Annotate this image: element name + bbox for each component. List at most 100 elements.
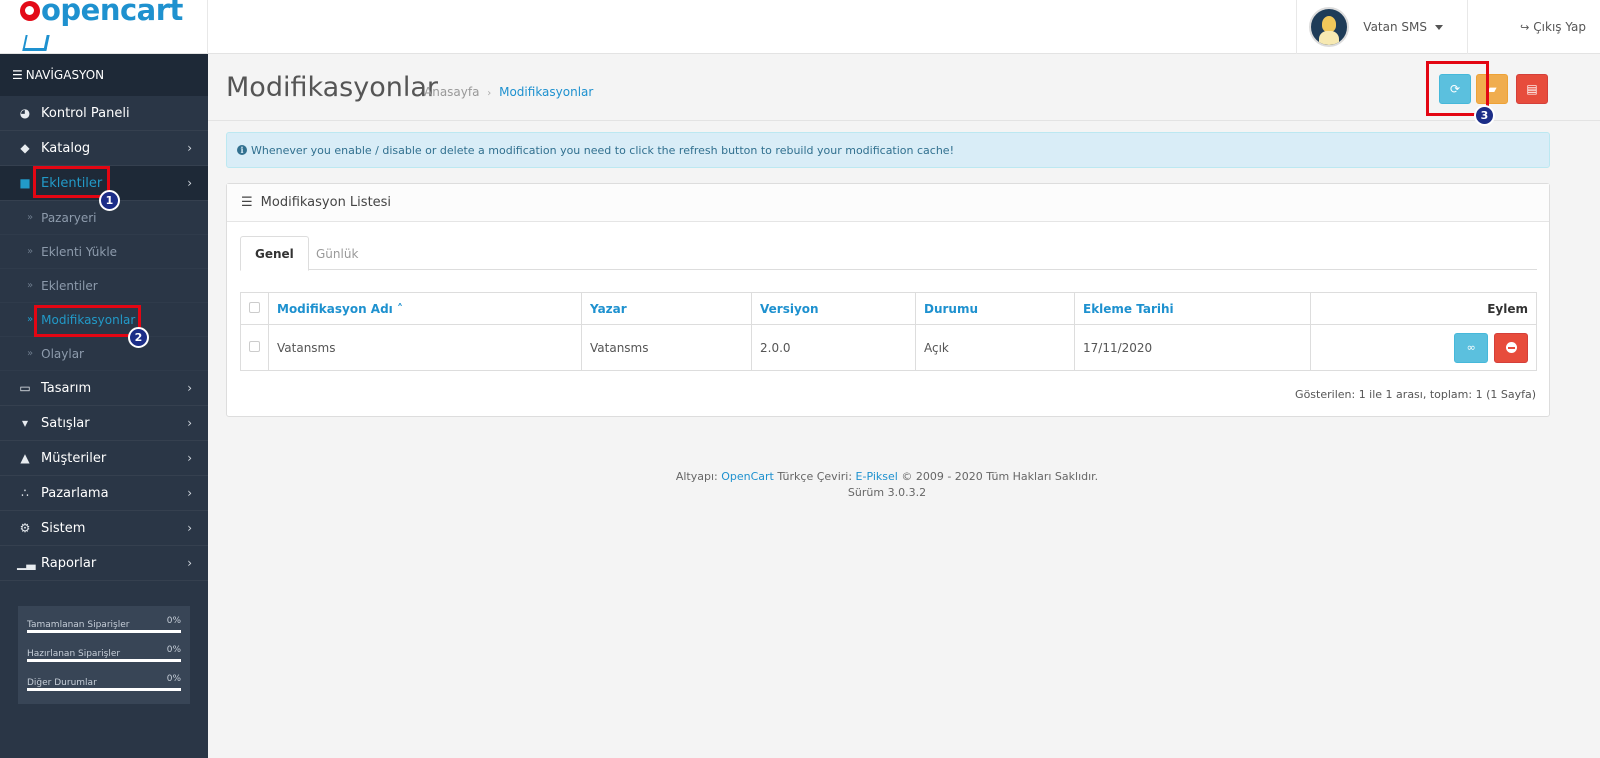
logo[interactable]: opencart <box>0 0 208 54</box>
cell-status: Açık <box>915 324 1075 371</box>
share-icon: ∴ <box>21 486 29 500</box>
user-name: Vatan SMS <box>1363 20 1427 34</box>
footer-prefix: Altyapı: <box>675 470 718 483</box>
sidebar-item-design[interactable]: ▭ Tasarım › <box>0 371 208 406</box>
info-alert: i Whenever you enable / disable or delet… <box>226 132 1550 168</box>
sidebar-item-label: Satışlar <box>41 415 90 431</box>
sidebar-subitem-label: Pazaryeri <box>41 210 97 225</box>
sidebar-item-label: Pazarlama <box>41 485 109 501</box>
select-all-checkbox[interactable] <box>249 301 260 313</box>
progress-percent: 0% <box>166 616 181 626</box>
cell-author: Vatansms <box>581 324 752 371</box>
chevron-right-icon: › <box>187 141 192 155</box>
sidebar-item-customers[interactable]: ▲ Müşteriler › <box>0 441 208 476</box>
sidebar-item-label: Katalog <box>41 140 91 156</box>
disable-button[interactable] <box>1494 332 1528 363</box>
minus-circle-icon <box>1505 342 1517 353</box>
tags-icon: ◆ <box>20 141 30 155</box>
progress-bar <box>27 630 181 633</box>
footer-epiksel-link[interactable]: E-Piksel <box>856 470 898 483</box>
double-chevron-icon: » <box>27 348 34 359</box>
panel-title: Modifikasyon Listesi <box>260 195 392 210</box>
logo-cart-icon <box>22 35 50 51</box>
modification-table: Modifikasyon Adı ˄ Yazar Versiyon Durumu… <box>240 292 1537 371</box>
logo-flag-icon <box>20 1 40 21</box>
progress-row: Hazırlanan Siparişler 0% <box>27 645 181 674</box>
column-header-version[interactable]: Versiyon <box>751 292 916 325</box>
chevron-right-icon: › <box>187 451 192 465</box>
breadcrumb-current[interactable]: Modifikasyonlar <box>499 85 593 99</box>
footer-version: Sürüm 3.0.3.2 <box>847 486 927 499</box>
sidebar-item-marketing[interactable]: ∴ Pazarlama › <box>0 476 208 511</box>
chevron-right-icon: › <box>187 176 192 190</box>
sidebar-item-system[interactable]: ⚙ Sistem › <box>0 511 208 546</box>
user-icon: ▲ <box>20 451 30 465</box>
table-header-row: Modifikasyon Adı ˄ Yazar Versiyon Durumu… <box>240 292 1537 325</box>
logo-label: opencart <box>41 0 183 27</box>
user-menu[interactable]: Vatan SMS <box>1296 0 1468 54</box>
sidebar-subitem-events[interactable]: » Olaylar <box>0 337 208 371</box>
breadcrumb-home[interactable]: Anasayfa <box>424 85 479 99</box>
sidebar-item-catalog[interactable]: ◆ Katalog › <box>0 131 208 166</box>
avatar <box>1309 7 1350 47</box>
sidebar-subitem-label: Eklentiler <box>41 278 98 293</box>
breadcrumb: Anasayfa › Modifikasyonlar <box>424 85 593 99</box>
sidebar-item-reports[interactable]: ▁▃ Raporlar › <box>0 546 208 581</box>
column-header-action: Eylem <box>1310 292 1537 325</box>
sidebar-subitem-installer[interactable]: » Eklenti Yükle <box>0 235 208 269</box>
sidebar-subitem-label: Eklenti Yükle <box>41 244 118 259</box>
column-header-author[interactable]: Yazar <box>581 292 752 325</box>
bar-chart-icon: ▁▃ <box>17 556 36 570</box>
footer-credits: Altyapı: OpenCart Türkçe Çeviri: E-Pikse… <box>208 469 1566 485</box>
row-select-cell <box>240 324 269 371</box>
footer-rights: © 2009 - 2020 Tüm Hakları Saklıdır. <box>901 470 1099 483</box>
step-badge-3: 3 <box>1474 105 1495 126</box>
column-header-status[interactable]: Durumu <box>915 292 1075 325</box>
select-all-cell <box>240 292 269 325</box>
sidebar-subitem-extensions[interactable]: » Eklentiler <box>0 269 208 303</box>
sidebar-item-label: Eklentiler <box>41 175 103 191</box>
progress-bar <box>27 659 181 662</box>
chevron-right-icon: › <box>187 521 192 535</box>
sidebar-item-dashboard[interactable]: ◕ Kontrol Paneli <box>0 96 208 131</box>
monitor-icon: ▭ <box>19 381 31 395</box>
column-header-date[interactable]: Ekleme Tarihi <box>1074 292 1311 325</box>
step-badge-2: 2 <box>128 327 149 348</box>
column-header-name[interactable]: Modifikasyon Adı ˄ <box>268 292 582 325</box>
tab-general[interactable]: Genel <box>240 236 309 271</box>
double-chevron-icon: » <box>27 314 34 325</box>
sidebar-item-label: Sistem <box>41 520 86 536</box>
tab-log[interactable]: Günlük <box>302 236 372 271</box>
page-header: Modifikasyonlar Anasayfa › Modifikasyonl… <box>208 54 1600 121</box>
page-title: Modifikasyonlar <box>226 72 438 103</box>
progress-bar <box>27 688 181 691</box>
progress-row: Tamamlanan Siparişler 0% <box>27 616 181 645</box>
eraser-icon: ▰ <box>1487 82 1497 96</box>
clear-button[interactable]: ▰ <box>1476 74 1508 104</box>
link-button[interactable]: ∞ <box>1454 332 1489 363</box>
delete-button[interactable]: ▤ <box>1516 74 1548 104</box>
footer: Altyapı: OpenCart Türkçe Çeviri: E-Pikse… <box>208 469 1566 501</box>
logo-text: opencart <box>20 0 207 61</box>
row-checkbox[interactable] <box>249 340 260 352</box>
puzzle-icon: ■ <box>19 176 31 190</box>
table-row: Vatansms Vatansms 2.0.0 Açık 17/11/2020 … <box>240 324 1537 371</box>
progress-label: Diğer Durumlar <box>27 678 97 688</box>
sidebar: ☰ NAVİGASYON ◕ Kontrol Paneli ◆ Katalog … <box>0 54 208 758</box>
footer-opencart-link[interactable]: OpenCart <box>721 470 774 483</box>
sidebar-subitem-modifications[interactable]: » Modifikasyonlar <box>0 303 208 337</box>
step-badge-1: 1 <box>99 190 120 211</box>
double-chevron-icon: » <box>27 212 34 223</box>
sidebar-item-label: Raporlar <box>41 555 97 571</box>
progress-label: Hazırlanan Siparişler <box>27 649 121 659</box>
pagination-results: Gösterilen: 1 ile 1 arası, toplam: 1 (1 … <box>1295 388 1536 401</box>
sidebar-item-label: Tasarım <box>41 380 92 396</box>
cell-version: 2.0.0 <box>751 324 916 371</box>
caret-down-icon <box>1435 24 1443 30</box>
gear-icon: ⚙ <box>19 521 31 535</box>
logout-link[interactable]: ↪ Çıkış Yap <box>1520 0 1586 54</box>
breadcrumb-separator-icon: › <box>487 88 492 99</box>
sidebar-item-sales[interactable]: ▾ Satışlar › <box>0 406 208 441</box>
nav-heading[interactable]: ☰ NAVİGASYON <box>0 54 208 96</box>
refresh-button[interactable]: ⟳ <box>1439 74 1471 104</box>
